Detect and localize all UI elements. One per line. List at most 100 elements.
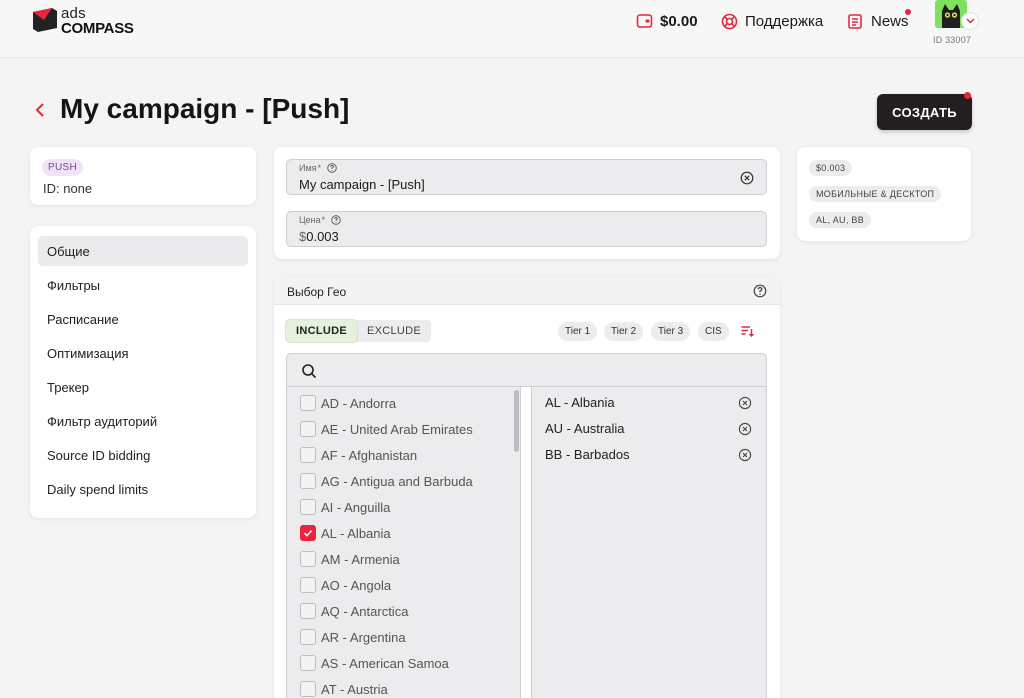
remove-circle-icon[interactable] <box>738 422 752 436</box>
country-row-ao[interactable]: AO - Angola <box>287 572 517 598</box>
country-row-am[interactable]: AM - Armenia <box>287 546 517 572</box>
country-label: AR - Argentina <box>321 629 406 645</box>
sidebar-item-optimization[interactable]: Оптимизация <box>38 338 248 368</box>
country-label: AD - Andorra <box>321 395 397 411</box>
country-row-ar[interactable]: AR - Argentina <box>287 624 517 650</box>
create-notification-dot <box>964 92 971 99</box>
sidebar-item-source-id-bidding[interactable]: Source ID bidding <box>38 440 248 470</box>
help-icon[interactable] <box>753 284 767 298</box>
chevron-down-icon <box>965 18 975 24</box>
sidebar-item-tracker[interactable]: Трекер <box>38 372 248 402</box>
country-row-as[interactable]: AS - American Samoa <box>287 650 517 676</box>
country-row-al[interactable]: AL - Albania <box>287 520 517 546</box>
logo-mark-icon <box>33 8 57 32</box>
selected-geo-label: AL - Albania <box>545 395 615 410</box>
account-menu-toggle[interactable] <box>962 13 978 29</box>
sidebar-item-schedule[interactable]: Расписание <box>38 304 248 334</box>
remove-circle-icon[interactable] <box>738 448 752 462</box>
sidebar-item-daily-spend-limits[interactable]: Daily spend limits <box>38 474 248 504</box>
lifebuoy-icon <box>721 13 738 29</box>
wallet-icon <box>636 14 653 28</box>
balance-amount: $0.00 <box>660 12 698 30</box>
price-field[interactable]: Цена * $0.003 <box>286 211 767 247</box>
country-row-af[interactable]: AF - Afghanistan <box>287 442 517 468</box>
geo-search-input[interactable] <box>327 362 747 380</box>
country-label: AQ - Antarctica <box>321 603 409 619</box>
country-label: AT - Austria <box>321 681 388 697</box>
campaign-summary-card: $0.003 МОБИЛЬНЫЕ & ДЕСКТОП AL, AU, BB <box>797 147 971 241</box>
geo-search-box <box>286 353 767 387</box>
back-chevron-icon[interactable] <box>33 101 47 119</box>
exclude-tab[interactable]: EXCLUDE <box>357 320 431 342</box>
country-row-at[interactable]: AT - Austria <box>287 676 517 698</box>
selected-geo-label: AU - Australia <box>545 421 625 436</box>
price-label-text: Цена <box>299 215 321 225</box>
clear-circle-icon[interactable] <box>740 171 754 185</box>
country-row-ad[interactable]: AD - Andorra <box>287 390 517 416</box>
campaign-type-badge: PUSH <box>42 159 83 176</box>
country-label: AE - United Arab Emirates <box>321 421 473 437</box>
logo-text-compass: COMPASS <box>61 20 134 37</box>
country-checkbox[interactable] <box>300 551 316 567</box>
include-exclude-toggle: INCLUDE EXCLUDE <box>286 320 432 342</box>
sidebar-item-audience-filter[interactable]: Фильтр аудиторий <box>38 406 248 436</box>
tier-2-chip[interactable]: Tier 2 <box>604 322 644 341</box>
country-row-ae[interactable]: AE - United Arab Emirates <box>287 416 517 442</box>
support-label: Поддержка <box>745 12 824 30</box>
name-field[interactable]: Имя * My campaign - [Push] <box>286 159 767 195</box>
country-checkbox[interactable] <box>300 603 316 619</box>
sidebar-item-filters[interactable]: Фильтры <box>38 270 248 300</box>
selected-geo-list: AL - Albania AU - Australia BB - Barbado… <box>531 387 767 698</box>
country-checkbox[interactable] <box>300 447 316 463</box>
tier-1-chip[interactable]: Tier 1 <box>558 322 598 341</box>
country-label: AI - Anguilla <box>321 499 391 515</box>
country-label: AO - Angola <box>321 577 392 593</box>
country-checkbox[interactable] <box>300 421 316 437</box>
country-checkbox[interactable] <box>300 395 316 411</box>
country-label: AF - Afghanistan <box>321 447 418 463</box>
cis-chip[interactable]: CIS <box>698 322 729 341</box>
country-checkbox[interactable] <box>300 473 316 489</box>
country-row-ag[interactable]: AG - Antigua and Barbuda <box>287 468 517 494</box>
create-button-label: СОЗДАТЬ <box>892 104 957 120</box>
country-checkbox[interactable] <box>300 499 316 515</box>
balance-link[interactable]: $0.00 <box>636 11 698 31</box>
checkmark-icon <box>303 530 313 537</box>
include-tab[interactable]: INCLUDE <box>286 320 357 342</box>
country-label: AG - Antigua and Barbuda <box>321 473 473 489</box>
sidebar-item-general[interactable]: Общие <box>38 236 248 266</box>
summary-devices-badge: МОБИЛЬНЫЕ & ДЕСКТОП <box>809 186 942 202</box>
country-label: AL - Albania <box>321 525 391 541</box>
campaign-fields-card: Имя * My campaign - [Push] Цена * $0.003 <box>274 147 780 259</box>
country-checkbox[interactable] <box>300 577 316 593</box>
price-field-value: $0.003 <box>299 229 339 244</box>
help-icon[interactable] <box>327 163 337 173</box>
country-list[interactable]: AD - Andorra AE - United Arab Emirates A… <box>286 387 521 698</box>
top-header: ads COMPASS $0.00 Поддержка News ID 3300… <box>0 0 1024 58</box>
news-link[interactable]: News <box>847 9 911 31</box>
ads-compass-logo[interactable]: ads COMPASS <box>30 5 140 37</box>
tier-3-chip[interactable]: Tier 3 <box>651 322 691 341</box>
geo-header: Выбор Гео <box>274 277 780 305</box>
country-checkbox-checked[interactable] <box>300 525 316 541</box>
create-button[interactable]: СОЗДАТЬ <box>877 92 972 130</box>
sidebar-nav: Общие Фильтры Расписание Оптимизация Тре… <box>30 226 256 518</box>
country-row-ai[interactable]: AI - Anguilla <box>287 494 517 520</box>
country-row-aq[interactable]: AQ - Antarctica <box>287 598 517 624</box>
country-checkbox[interactable] <box>300 655 316 671</box>
selected-geo-label: BB - Barbados <box>545 447 630 462</box>
country-label: AM - Armenia <box>321 551 400 567</box>
required-asterisk: * <box>317 163 322 173</box>
sort-icon[interactable] <box>740 324 754 338</box>
remove-circle-icon[interactable] <box>738 396 752 410</box>
help-icon[interactable] <box>331 215 341 225</box>
selected-geo-item: AL - Albania <box>532 390 766 416</box>
country-checkbox[interactable] <box>300 629 316 645</box>
country-checkbox[interactable] <box>300 681 316 697</box>
name-field-label: Имя * <box>299 163 337 173</box>
geo-title: Выбор Гео <box>287 285 347 299</box>
campaign-id-card: PUSH ID: none <box>30 147 256 205</box>
support-link[interactable]: Поддержка <box>721 11 823 31</box>
summary-price-badge: $0.003 <box>809 160 853 176</box>
required-asterisk: * <box>321 215 326 225</box>
